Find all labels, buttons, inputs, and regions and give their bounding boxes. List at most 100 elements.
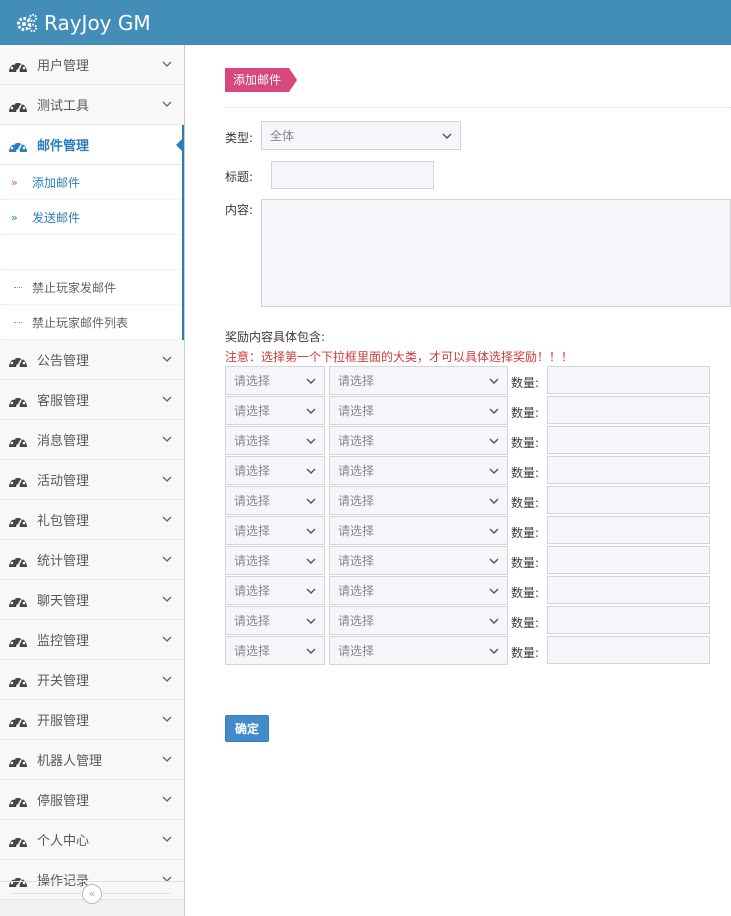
reward-category-select[interactable]: 请选择 <box>225 426 325 455</box>
reward-item-select[interactable]: 请选择 <box>329 516 508 545</box>
quantity-input[interactable] <box>547 486 710 514</box>
reward-category-value: 请选择 <box>234 434 271 448</box>
chevron-down-icon <box>162 756 172 762</box>
reward-item-select[interactable]: 请选择 <box>329 606 508 635</box>
sidebar-item[interactable]: 聊天管理 <box>0 580 184 620</box>
reward-category-select[interactable]: 请选择 <box>225 576 325 605</box>
dashboard-icon <box>9 394 27 408</box>
sidebar-item-label: 测试工具 <box>37 99 90 114</box>
chevron-down-icon <box>489 648 499 654</box>
quantity-input[interactable] <box>547 546 710 574</box>
dashboard-icon <box>9 474 27 488</box>
reward-category-select[interactable]: 请选择 <box>225 396 325 425</box>
sidebar-item[interactable]: 礼包管理 <box>0 500 184 540</box>
reward-item-select[interactable]: 请选择 <box>329 636 508 665</box>
chevron-down-icon <box>162 436 172 442</box>
quantity-input[interactable] <box>547 426 710 454</box>
sidebar-item[interactable]: 活动管理 <box>0 460 184 500</box>
submenu-item[interactable]: 禁止玩家发邮件 <box>0 270 182 305</box>
sidebar-item[interactable]: 监控管理 <box>0 620 184 660</box>
reward-item-select[interactable]: 请选择 <box>329 576 508 605</box>
content-textarea[interactable] <box>261 199 731 307</box>
reward-category-select[interactable]: 请选择 <box>225 546 325 575</box>
collapse-icon[interactable]: « <box>82 883 102 904</box>
chevron-down-icon <box>162 356 172 362</box>
reward-category-select[interactable]: 请选择 <box>225 456 325 485</box>
reward-item-select[interactable]: 请选择 <box>329 426 508 455</box>
reward-item-select[interactable]: 请选择 <box>329 486 508 515</box>
chevron-down-icon <box>306 528 316 534</box>
dashboard-icon <box>9 594 27 608</box>
chevron-down-icon <box>306 438 316 444</box>
sidebar-item-label: 消息管理 <box>37 434 90 449</box>
dashboard-icon <box>9 714 27 728</box>
sidebar-item[interactable]: 机器人管理 <box>0 740 184 780</box>
dashboard-icon <box>9 99 27 113</box>
reward-category-select[interactable]: 请选择 <box>225 366 325 395</box>
chevron-down-icon <box>162 676 172 682</box>
reward-note: 注意：选择第一个下拉框里面的大类，才可以具体选择奖励！！！ <box>225 350 574 364</box>
sidebar-item[interactable]: 测试工具 <box>0 85 184 125</box>
chevron-down-icon <box>489 558 499 564</box>
dashboard-icon <box>9 354 27 368</box>
reward-category-select[interactable]: 请选择 <box>225 486 325 515</box>
reward-item-select[interactable]: 请选择 <box>329 456 508 485</box>
page-title-tag: 添加邮件 <box>225 68 298 92</box>
reward-item-value: 请选择 <box>338 404 375 418</box>
dashboard-icon <box>9 754 27 768</box>
reward-heading: 奖励内容具体包含: <box>225 330 326 344</box>
chevron-down-icon <box>489 378 499 384</box>
chevron-down-icon <box>162 556 172 562</box>
sidebar-item[interactable]: 个人中心 <box>0 820 184 860</box>
chevron-down-icon <box>306 468 316 474</box>
reward-item-select[interactable]: 请选择 <box>329 366 508 395</box>
quantity-input[interactable] <box>547 636 710 664</box>
sidebar-item-label: 活动管理 <box>37 474 90 489</box>
sidebar-item[interactable]: 公告管理 <box>0 340 184 380</box>
sidebar-item-label: 统计管理 <box>37 554 90 569</box>
type-select[interactable]: 全体 <box>261 121 461 150</box>
sidebar-item[interactable]: 停服管理 <box>0 780 184 820</box>
quantity-input[interactable] <box>547 456 710 484</box>
sidebar-item[interactable]: 开关管理 <box>0 660 184 700</box>
chevron-down-icon <box>162 516 172 522</box>
submenu-item[interactable]: » 添加邮件 <box>0 165 182 200</box>
reward-category-select[interactable]: 请选择 <box>225 606 325 635</box>
chevron-down-icon <box>489 438 499 444</box>
reward-category-select[interactable]: 请选择 <box>225 636 325 665</box>
quantity-input[interactable] <box>547 366 710 394</box>
quantity-label: 数量: <box>511 376 540 390</box>
sidebar-item[interactable]: 统计管理 <box>0 540 184 580</box>
quantity-input[interactable] <box>547 396 710 424</box>
submenu-item <box>0 235 182 270</box>
reward-category-value: 请选择 <box>234 614 271 628</box>
sidebar-item[interactable]: 消息管理 <box>0 420 184 460</box>
chevron-down-icon <box>162 636 172 642</box>
quantity-input[interactable] <box>547 576 710 604</box>
sidebar-item-label: 用户管理 <box>37 59 90 74</box>
confirm-button[interactable]: 确定 <box>225 715 269 742</box>
reward-item-select[interactable]: 请选择 <box>329 396 508 425</box>
reward-item-value: 请选择 <box>338 584 375 598</box>
quantity-input[interactable] <box>547 516 710 544</box>
type-select-value: 全体 <box>270 129 295 143</box>
reward-item-value: 请选择 <box>338 494 375 508</box>
title-label: 标题: <box>225 170 254 184</box>
submenu-item[interactable]: » 发送邮件 <box>0 200 182 235</box>
quantity-label: 数量: <box>511 436 540 450</box>
sidebar-item[interactable]: 用户管理 <box>0 45 184 85</box>
sidebar-collapse: « <box>0 881 184 905</box>
submenu-item[interactable]: 禁止玩家邮件列表 <box>0 305 182 340</box>
sidebar-item[interactable]: 开服管理 <box>0 700 184 740</box>
quantity-input[interactable] <box>547 606 710 634</box>
brand-title[interactable]: RayJoy GM <box>44 11 151 35</box>
sidebar-item[interactable]: 邮件管理 <box>0 125 184 165</box>
title-input[interactable] <box>271 161 434 189</box>
chevron-down-icon <box>306 498 316 504</box>
submenu-mail: » 添加邮件 » 发送邮件禁止玩家发邮件 禁止玩家邮件列表 <box>0 165 184 340</box>
reward-item-select[interactable]: 请选择 <box>329 546 508 575</box>
quantity-label: 数量: <box>511 616 540 630</box>
chevron-down-icon <box>162 836 172 842</box>
reward-category-select[interactable]: 请选择 <box>225 516 325 545</box>
sidebar-item[interactable]: 客服管理 <box>0 380 184 420</box>
